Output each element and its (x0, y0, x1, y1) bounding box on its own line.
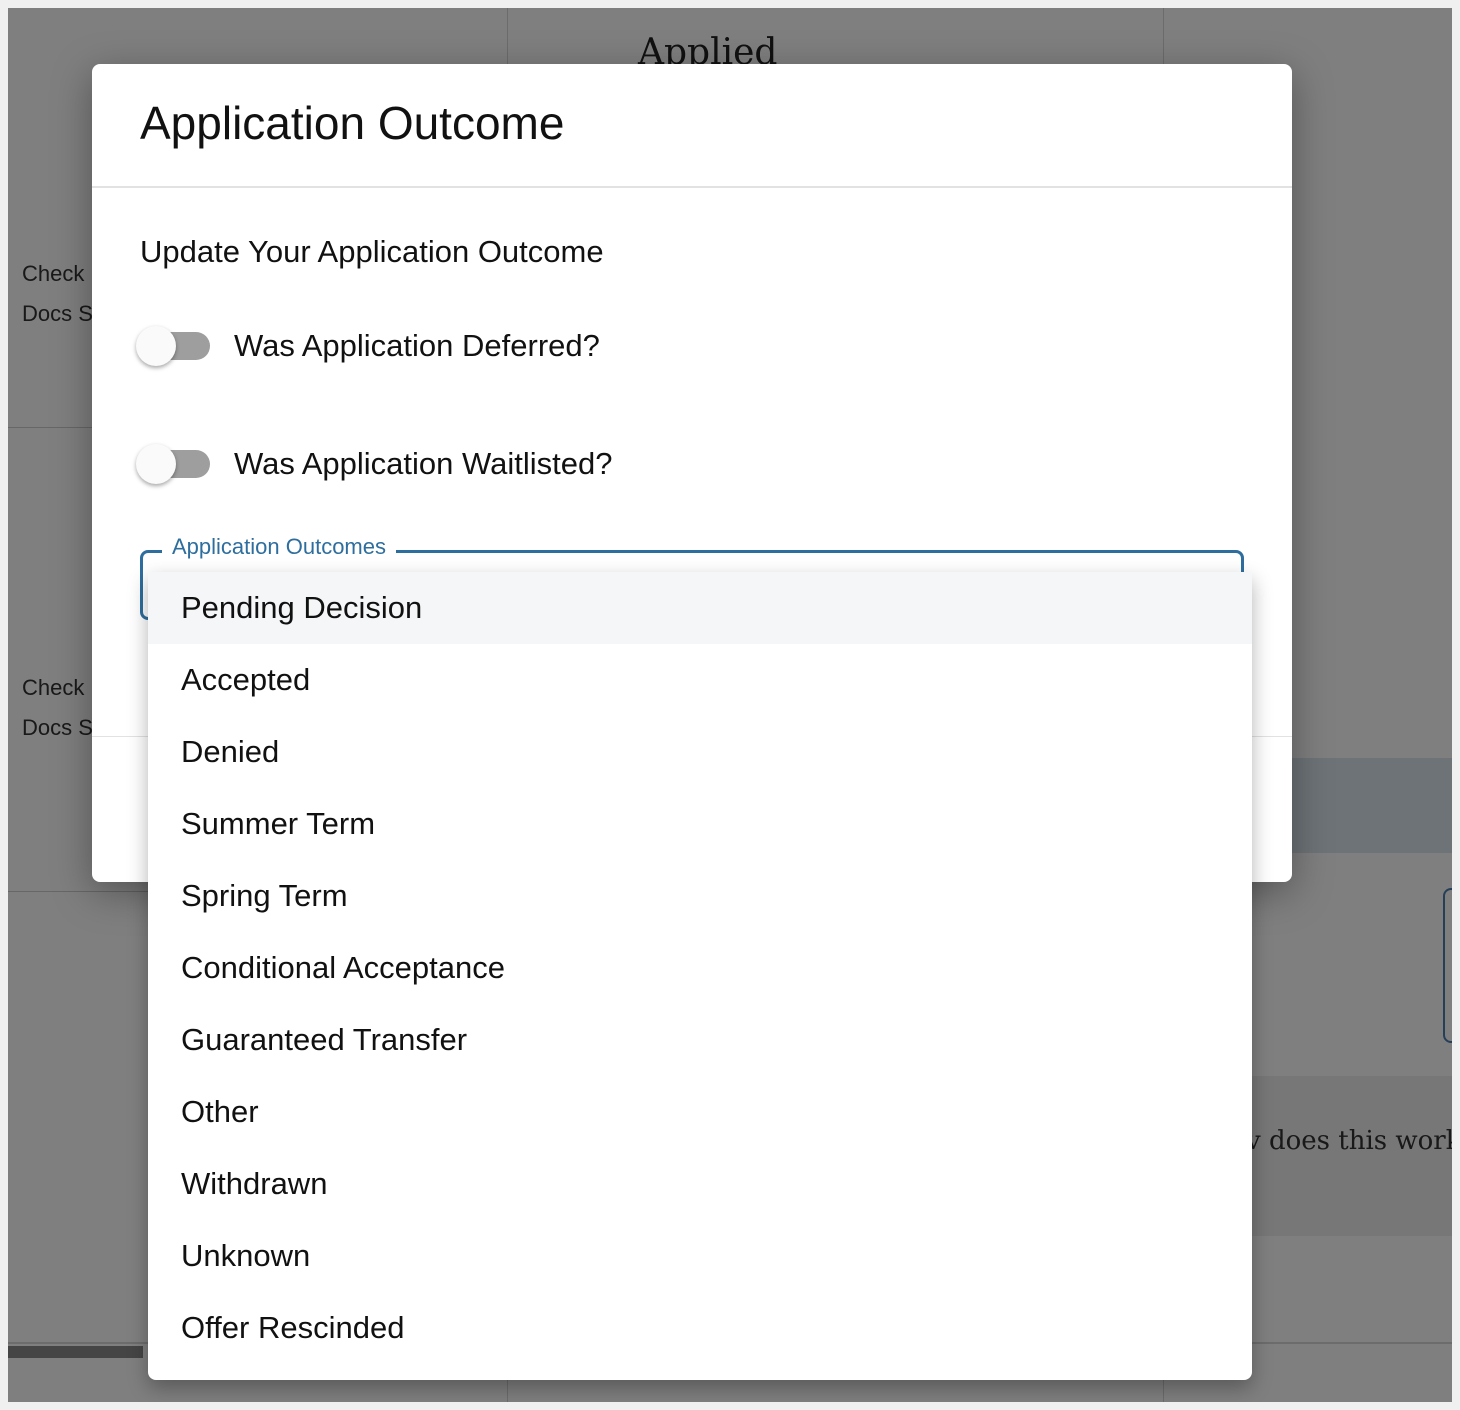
waitlisted-toggle[interactable] (136, 444, 216, 484)
option-offer-rescinded[interactable]: Offer Rescinded (148, 1292, 1252, 1364)
application-outcomes-label: Application Outcomes (162, 534, 396, 560)
option-pending-decision[interactable]: Pending Decision (148, 572, 1252, 644)
option-denied[interactable]: Denied (148, 716, 1252, 788)
option-unknown[interactable]: Unknown (148, 1220, 1252, 1292)
option-withdrawn[interactable]: Withdrawn (148, 1148, 1252, 1220)
option-guaranteed-transfer[interactable]: Guaranteed Transfer (148, 1004, 1252, 1076)
option-accepted[interactable]: Accepted (148, 644, 1252, 716)
option-conditional-acceptance[interactable]: Conditional Acceptance (148, 932, 1252, 1004)
dialog-header-divider (92, 186, 1292, 188)
option-summer-term[interactable]: Summer Term (148, 788, 1252, 860)
dialog-subtitle: Update Your Application Outcome (140, 234, 604, 269)
option-other[interactable]: Other (148, 1076, 1252, 1148)
deferred-toggle-label: Was Application Deferred? (234, 328, 600, 363)
option-spring-term[interactable]: Spring Term (148, 860, 1252, 932)
waitlisted-toggle-label: Was Application Waitlisted? (234, 446, 613, 481)
deferred-toggle-row: Was Application Deferred? (136, 326, 600, 366)
toggle-thumb (136, 444, 176, 484)
dialog-title: Application Outcome (140, 97, 565, 149)
waitlisted-toggle-row: Was Application Waitlisted? (136, 444, 612, 484)
toggle-thumb (136, 326, 176, 366)
deferred-toggle[interactable] (136, 326, 216, 366)
app-frame: Applied Check Docs S Check Docs S v does… (8, 8, 1452, 1402)
application-outcomes-menu: Pending Decision Accepted Denied Summer … (148, 572, 1252, 1380)
